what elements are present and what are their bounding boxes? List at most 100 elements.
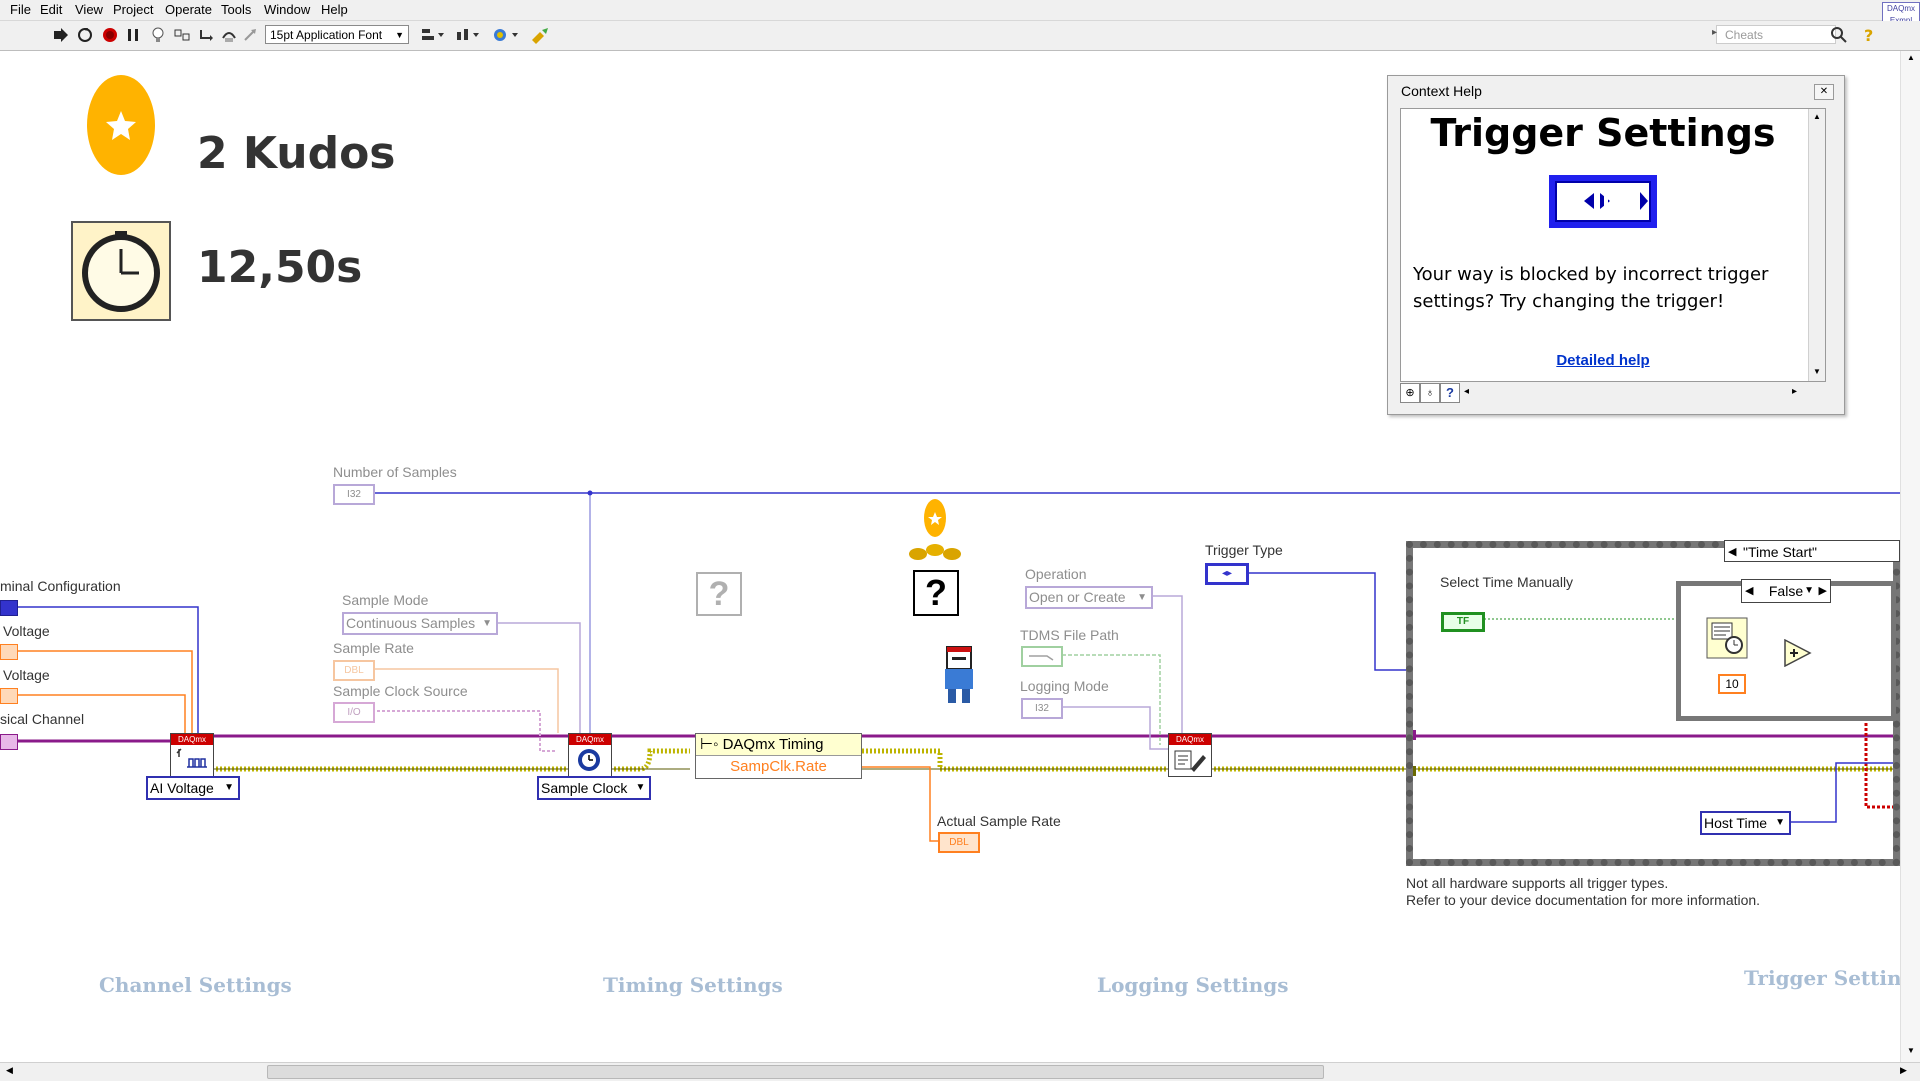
sample-clock-value: Sample Clock bbox=[541, 780, 628, 796]
pause-icon[interactable] bbox=[124, 26, 142, 44]
terminal-configuration-label: minal Configuration bbox=[0, 578, 121, 594]
step-out-icon[interactable] bbox=[242, 26, 260, 44]
vertical-scrollbar[interactable]: ▲ ▼ bbox=[1900, 51, 1920, 1062]
max-voltage-label: Voltage bbox=[3, 623, 50, 639]
abort-icon[interactable] bbox=[101, 26, 119, 44]
mystery-box[interactable]: ? bbox=[913, 570, 959, 616]
actual-sample-rate-indicator[interactable]: DBL bbox=[938, 832, 980, 853]
channel-settings-label: Channel Settings bbox=[99, 973, 292, 997]
menu-tools[interactable]: Tools bbox=[221, 2, 251, 17]
number-of-samples-label: Number of Samples bbox=[333, 464, 457, 480]
chevron-right-icon: ▶ bbox=[1818, 585, 1827, 597]
menu-window[interactable]: Window bbox=[264, 2, 310, 17]
show-optional-terminals-icon[interactable]: ⊕ bbox=[1400, 383, 1420, 403]
run-continuously-icon[interactable] bbox=[76, 26, 94, 44]
trigger-note-line-2: Refer to your device documentation for m… bbox=[1406, 892, 1761, 908]
scrollbar-thumb[interactable] bbox=[267, 1065, 1324, 1079]
clean-up-diagram-icon[interactable] bbox=[530, 26, 552, 44]
scroll-down-icon[interactable]: ▼ bbox=[1813, 367, 1821, 376]
ai-voltage-selector[interactable]: AI Voltage ▼ bbox=[146, 776, 240, 800]
context-help-window: Context Help ✕ Trigger Settings Your way… bbox=[1387, 75, 1845, 415]
highlight-execution-icon[interactable] bbox=[149, 26, 167, 44]
daqmx-badge: DAQmx bbox=[1169, 734, 1211, 745]
kudos-coin-icon bbox=[87, 75, 155, 175]
scroll-down-icon[interactable]: ▼ bbox=[1907, 1046, 1915, 1055]
daqmx-timing-vi[interactable]: DAQmx bbox=[568, 733, 612, 777]
context-help-title: Context Help bbox=[1401, 83, 1482, 99]
menu-help[interactable]: Help bbox=[321, 2, 348, 17]
step-over-icon[interactable] bbox=[220, 26, 238, 44]
host-time-selector[interactable]: Host Time ▼ bbox=[1700, 811, 1792, 835]
trigger-type-label: Trigger Type bbox=[1205, 542, 1283, 558]
lock-help-icon[interactable]: ♁ bbox=[1420, 383, 1440, 403]
detailed-help-icon[interactable]: ? bbox=[1440, 383, 1460, 403]
sampclk-rate-property[interactable]: SampClk.Rate bbox=[696, 756, 861, 778]
close-icon[interactable]: ✕ bbox=[1814, 84, 1834, 100]
case-selector-value: "Time Start" bbox=[1743, 544, 1817, 560]
help-question-icon[interactable]: ? bbox=[1861, 25, 1877, 44]
logging-mode-terminal[interactable]: I32 bbox=[1021, 698, 1063, 719]
menu-operate[interactable]: Operate bbox=[165, 2, 212, 17]
trigger-type-terminal[interactable]: ◂▸ bbox=[1205, 563, 1249, 585]
chevron-left-icon[interactable]: ◂ bbox=[1464, 386, 1469, 397]
scroll-left-icon[interactable]: ◀ bbox=[6, 1065, 13, 1076]
context-help-scrollbar[interactable]: ▲ ▼ bbox=[1808, 109, 1825, 381]
detailed-help-link[interactable]: Detailed help bbox=[1401, 352, 1805, 369]
reorder-icon[interactable] bbox=[492, 26, 520, 44]
operation-selector[interactable]: Open or Create ▼ bbox=[1025, 586, 1153, 609]
context-help-toolbar: ⊕ ♁ ? ◂ ▸ bbox=[1400, 383, 1826, 403]
search-input[interactable]: Cheats bbox=[1716, 25, 1836, 44]
run-arrow-icon[interactable] bbox=[52, 26, 70, 44]
select-time-manually-terminal[interactable]: TF bbox=[1441, 612, 1485, 632]
trigger-type-ring-icon bbox=[1549, 175, 1657, 228]
sample-clock-source-terminal[interactable]: I/O bbox=[333, 702, 375, 723]
number-of-samples-terminal[interactable]: I32 bbox=[333, 484, 375, 505]
scroll-up-icon[interactable]: ▲ bbox=[1907, 53, 1915, 62]
chevron-right-icon[interactable]: ▸ bbox=[1792, 386, 1797, 397]
font-select[interactable]: 15pt Application Font ▼ bbox=[265, 25, 409, 44]
scroll-right-icon[interactable]: ▶ bbox=[1900, 1065, 1907, 1076]
distribute-objects-icon[interactable] bbox=[455, 26, 481, 44]
get-date-time-icon[interactable] bbox=[1706, 617, 1748, 659]
sample-clock-selector[interactable]: Sample Clock ▼ bbox=[537, 776, 652, 800]
logging-settings-label: Logging Settings bbox=[1097, 973, 1289, 997]
sample-mode-selector[interactable]: Continuous Samples ▼ bbox=[342, 612, 498, 635]
coin-pile-icon bbox=[909, 499, 961, 560]
trigger-note-line-1: Not all hardware supports all trigger ty… bbox=[1406, 875, 1669, 891]
retain-wire-values-icon[interactable] bbox=[173, 26, 191, 44]
svg-text:?: ? bbox=[1864, 26, 1873, 44]
search-icon[interactable] bbox=[1830, 26, 1847, 43]
chevron-down-icon: ▼ bbox=[224, 782, 234, 793]
sample-mode-value: Continuous Samples bbox=[346, 615, 476, 631]
property-node-header: ⊢◦ DAQmx Timing bbox=[696, 734, 861, 756]
align-objects-icon[interactable] bbox=[420, 26, 446, 44]
sample-rate-terminal[interactable]: DBL bbox=[333, 660, 375, 681]
step-into-icon[interactable] bbox=[198, 26, 216, 44]
max-voltage-terminal[interactable] bbox=[0, 644, 18, 660]
menu-file[interactable]: File bbox=[10, 2, 31, 17]
mystery-box-faint[interactable]: ? bbox=[696, 572, 742, 616]
menu-view[interactable]: View bbox=[75, 2, 103, 17]
daqmx-configure-logging-vi[interactable]: DAQmx bbox=[1168, 733, 1212, 777]
menu-project[interactable]: Project bbox=[113, 2, 153, 17]
tdms-file-path-terminal[interactable] bbox=[1021, 646, 1063, 667]
physical-channel-terminal[interactable] bbox=[0, 734, 18, 750]
daqmx-timing-property-node[interactable]: ⊢◦ DAQmx Timing SampClk.Rate bbox=[695, 733, 862, 779]
case-selector[interactable]: ◀ "Time Start" bbox=[1724, 540, 1900, 562]
terminal-configuration-terminal[interactable] bbox=[0, 600, 18, 616]
chevron-left-icon: ◀ bbox=[1745, 585, 1754, 597]
timing-settings-label: Timing Settings bbox=[603, 973, 783, 997]
menu-edit[interactable]: Edit bbox=[40, 2, 62, 17]
inner-case-selector[interactable]: ◀ False ▼ ▶ bbox=[1741, 579, 1831, 603]
min-voltage-terminal[interactable] bbox=[0, 688, 18, 704]
add-function-icon[interactable] bbox=[1784, 639, 1812, 667]
daqmx-create-channel-vi[interactable]: DAQmx bbox=[170, 733, 214, 777]
scroll-up-icon[interactable]: ▲ bbox=[1813, 112, 1821, 121]
constant-ten[interactable]: 10 bbox=[1718, 674, 1746, 694]
sample-rate-label: Sample Rate bbox=[333, 640, 414, 656]
chevron-down-icon: ▼ bbox=[1775, 817, 1786, 828]
menu-bar: File Edit View Project Operate Tools Win… bbox=[0, 0, 1920, 21]
inner-case-value: False bbox=[1768, 583, 1804, 599]
horizontal-scrollbar[interactable]: ◀ ▶ bbox=[0, 1062, 1920, 1081]
chevron-down-icon: ▼ bbox=[1137, 592, 1147, 603]
